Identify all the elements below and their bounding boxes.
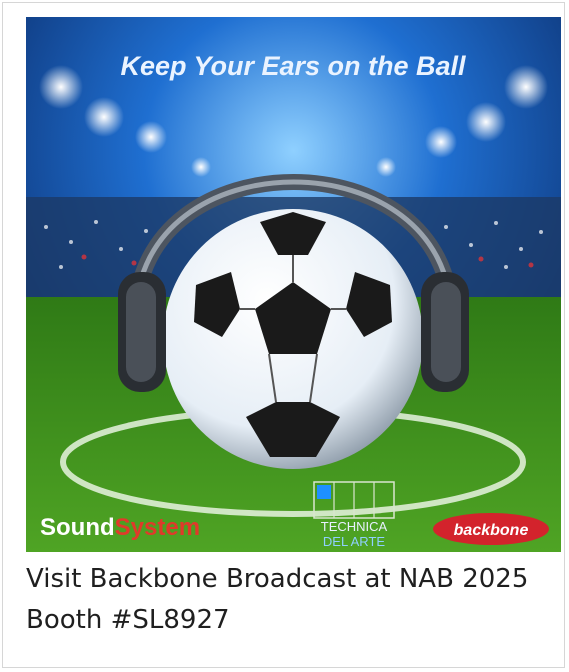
ad-banner-image: Keep Your Ears on the Ball SoundSystem T… — [26, 17, 561, 552]
svg-text:TECHNICA: TECHNICA — [321, 519, 388, 534]
ad-headline: Keep Your Ears on the Ball — [120, 51, 466, 81]
svg-text:backbone: backbone — [454, 522, 529, 539]
svg-text:DEL ARTE: DEL ARTE — [323, 534, 385, 549]
promo-card: Keep Your Ears on the Ball SoundSystem T… — [2, 2, 565, 668]
backbone-logo: backbone — [433, 513, 549, 545]
soccer-ball-icon — [163, 209, 423, 469]
promo-caption-link[interactable]: Visit Backbone Broadcast at NAB 2025 Boo… — [26, 559, 556, 641]
soundsystem-logo: SoundSystem — [40, 514, 200, 541]
ad-banner-link[interactable]: Keep Your Ears on the Ball SoundSystem T… — [26, 17, 561, 552]
